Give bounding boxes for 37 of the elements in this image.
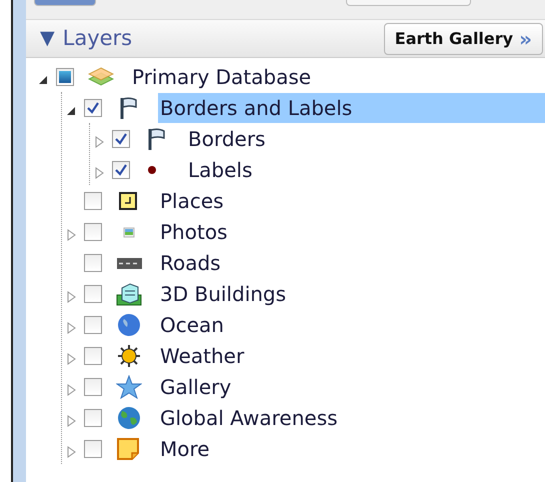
sun-icon <box>116 344 142 368</box>
checkbox[interactable] <box>84 378 102 396</box>
earth-gallery-button[interactable]: Earth Gallery » <box>384 22 543 54</box>
layer-item[interactable]: Photos <box>158 216 230 246</box>
layer-item[interactable]: Weather <box>158 340 246 370</box>
layer-item[interactable]: Borders and Labels <box>158 92 545 122</box>
dot-icon <box>148 166 156 174</box>
checkbox[interactable] <box>84 192 102 210</box>
layer-item[interactable]: More <box>158 434 212 464</box>
layer-item[interactable]: Roads <box>158 248 223 278</box>
star-icon <box>116 374 142 398</box>
layer-item[interactable]: Primary Database <box>130 62 314 92</box>
note-icon <box>116 436 142 460</box>
layers-icon <box>88 64 114 88</box>
checkbox[interactable] <box>84 408 102 426</box>
globe-icon <box>116 406 142 430</box>
checkbox[interactable] <box>84 222 102 240</box>
layer-item[interactable]: 3D Buildings <box>158 278 288 308</box>
layer-item[interactable]: Borders <box>186 124 268 154</box>
layer-item[interactable]: Gallery <box>158 372 234 402</box>
globe-icon <box>116 312 142 336</box>
layer-item[interactable]: Labels <box>186 154 254 184</box>
checkbox[interactable] <box>84 440 102 458</box>
checkbox[interactable] <box>84 316 102 334</box>
checkbox[interactable] <box>84 346 102 364</box>
checkbox[interactable] <box>56 68 74 86</box>
layer-item[interactable]: Places <box>158 186 226 216</box>
layer-item[interactable]: Global Awareness <box>158 402 340 432</box>
checkbox[interactable] <box>112 130 130 148</box>
checkbox[interactable] <box>112 160 130 178</box>
collapse-toggle[interactable]: ▼ <box>40 24 55 53</box>
checkbox[interactable] <box>84 254 102 272</box>
checkbox[interactable] <box>84 284 102 302</box>
layer-item[interactable]: Ocean <box>158 310 226 340</box>
building-icon <box>116 282 142 306</box>
panel-title: Layers <box>62 24 132 52</box>
checkbox[interactable] <box>84 98 102 116</box>
